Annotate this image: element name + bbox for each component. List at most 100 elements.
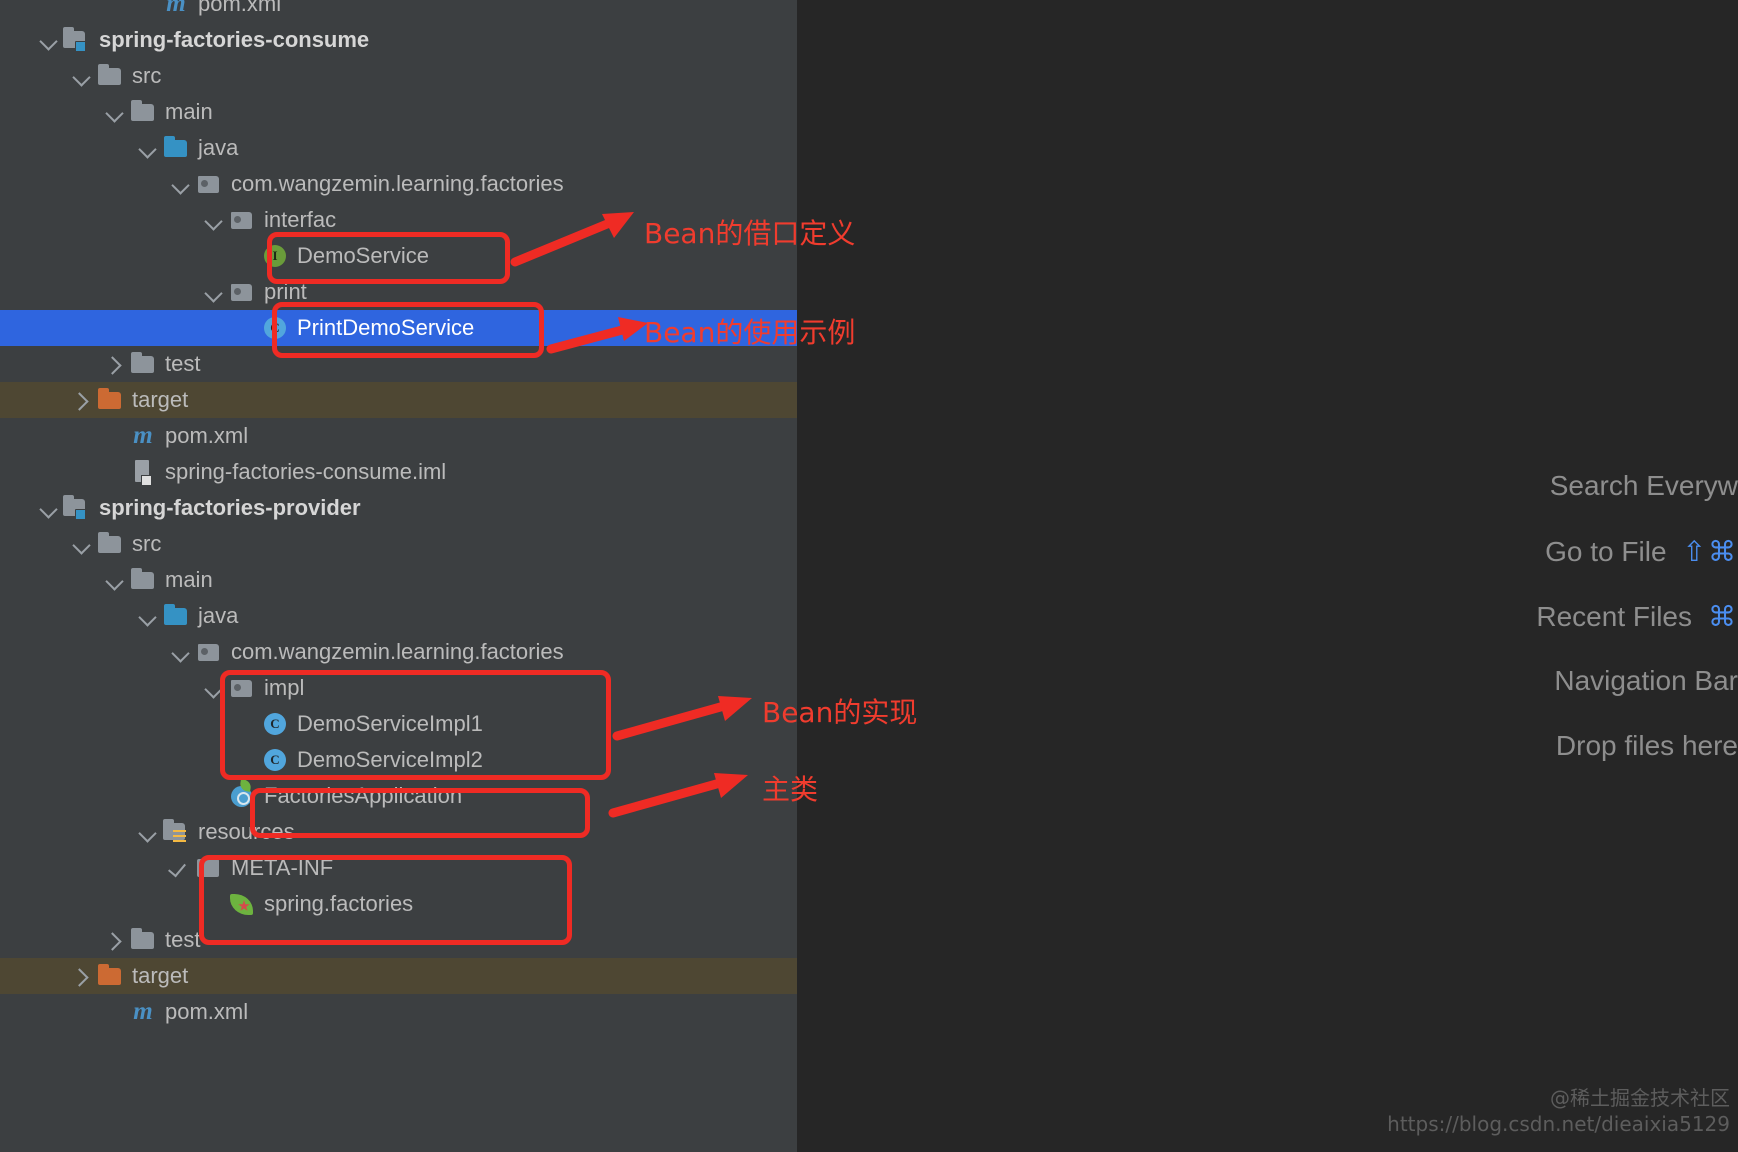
folder-blue-icon (161, 133, 191, 163)
chevron-down-icon[interactable] (102, 562, 128, 598)
tree-row-label: com.wangzemin.learning.factories (231, 639, 564, 664)
tree-row-label: DemoServiceImpl2 (297, 747, 483, 772)
chevron-down-icon[interactable] (168, 634, 194, 670)
editor-hint-shortcut: ⌘ (1708, 601, 1738, 632)
package-icon (194, 637, 224, 667)
spring-app-icon (227, 779, 257, 811)
annotation-text-3: 主类 (762, 773, 819, 806)
tree-row-label: resources (198, 819, 295, 844)
chevron-down-icon[interactable] (135, 130, 161, 166)
tree-row[interactable]: src (0, 526, 797, 562)
maven-icon: m (133, 422, 153, 449)
chevron-down-icon[interactable] (168, 166, 194, 202)
chevron-down-icon[interactable] (36, 22, 62, 58)
tree-row-label: src (132, 63, 162, 88)
tree-row[interactable]: C DemoServiceImpl1 (0, 706, 797, 742)
tree-row[interactable]: com.wangzemin.learning.factories (0, 634, 797, 670)
tree-row-label: target (132, 387, 189, 412)
tree-row-label: java (198, 135, 239, 160)
tree-row-label: com.wangzemin.learning.factories (231, 171, 564, 196)
annotation-text-0: Bean的借口定义 (644, 217, 856, 250)
tree-row[interactable]: C DemoServiceImpl2 (0, 742, 797, 778)
tree-row-label: DemoServiceImpl1 (297, 711, 483, 736)
maven-icon: m (166, 0, 186, 17)
chevron-right-icon[interactable] (102, 346, 128, 382)
row-icon-wrap (128, 457, 165, 487)
row-icon-wrap (161, 817, 198, 847)
tree-row-label: src (132, 531, 162, 556)
editor-hint-shortcut: ⇧⌘ (1682, 536, 1738, 567)
folder-icon (95, 529, 125, 559)
folder-icon (128, 565, 158, 595)
row-icon-wrap: I (260, 241, 297, 271)
tree-row-label: spring.factories (264, 891, 414, 916)
row-icon-wrap: m (128, 421, 165, 451)
tree-row-label: main (165, 567, 213, 592)
tree-row-label: PrintDemoService (297, 315, 475, 340)
module-icon (62, 493, 92, 523)
row-icon-wrap (128, 565, 165, 595)
row-icon-wrap (227, 277, 264, 307)
tree-row-label: test (165, 927, 201, 952)
tree-row[interactable]: m pom.xml (0, 0, 797, 22)
tree-row[interactable]: com.wangzemin.learning.factories (0, 166, 797, 202)
tree-row-label: spring-factories-consume (99, 27, 370, 52)
tree-row[interactable]: src (0, 58, 797, 94)
chevron-down-icon[interactable] (201, 670, 227, 706)
tree-row-label: pom.xml (198, 0, 282, 16)
tree-row[interactable]: test (0, 346, 797, 382)
editor-hint-4: Drop files here (1556, 730, 1738, 762)
chevron-right-icon[interactable] (102, 922, 128, 958)
chevron-down-icon[interactable] (201, 202, 227, 238)
chevron-down-icon[interactable] (135, 814, 161, 850)
tree-row[interactable]: META-INF (0, 850, 797, 886)
row-icon-wrap: m (161, 0, 198, 19)
tree-row[interactable]: spring-factories-consume (0, 22, 797, 58)
chevron-right-icon[interactable] (69, 382, 95, 418)
tree-row[interactable]: main (0, 562, 797, 598)
tree-row[interactable]: m pom.xml (0, 994, 797, 1030)
tree-row[interactable]: print (0, 274, 797, 310)
tree-row[interactable]: FactoriesApplication (0, 778, 797, 814)
folder-orange-icon (95, 961, 125, 991)
watermark-handle: @稀土掘金技术社区 (1550, 1086, 1730, 1110)
row-icon-wrap (227, 673, 264, 703)
tree-row-label: print (264, 279, 307, 304)
tree-row[interactable]: spring.factories (0, 886, 797, 922)
row-icon-wrap: C (260, 313, 297, 343)
chevron-right-icon[interactable] (69, 958, 95, 994)
chevron-down-icon[interactable] (102, 94, 128, 130)
tree-row[interactable]: target (0, 958, 797, 994)
row-icon-wrap (95, 385, 132, 415)
chevron-down-icon[interactable] (36, 490, 62, 526)
class-icon: C (260, 313, 290, 343)
tree-row[interactable]: test (0, 922, 797, 958)
tree-row[interactable]: spring-factories-consume.iml (0, 454, 797, 490)
chevron-placeholder (234, 706, 260, 742)
row-icon-wrap (128, 349, 165, 379)
chevron-down-icon[interactable] (135, 598, 161, 634)
folder-blue-icon (161, 601, 191, 631)
chevron-placeholder (234, 742, 260, 778)
chevron-placeholder (102, 454, 128, 490)
tree-row[interactable]: resources (0, 814, 797, 850)
tree-row[interactable]: main (0, 94, 797, 130)
chevron-down-icon[interactable] (69, 58, 95, 94)
check-icon[interactable] (168, 850, 194, 886)
tree-row[interactable]: spring-factories-provider (0, 490, 797, 526)
editor-hint-label: Go to File (1545, 536, 1667, 567)
meta-inf-icon (194, 853, 224, 883)
tree-row-label: FactoriesApplication (264, 783, 463, 808)
tree-row[interactable]: target (0, 382, 797, 418)
tree-row-label: java (198, 603, 239, 628)
tree-row[interactable]: impl (0, 670, 797, 706)
editor-hint-label: Search Everyw (1549, 470, 1738, 501)
interface-icon: I (260, 241, 290, 271)
tree-row-label: META-INF (231, 855, 334, 880)
tree-row[interactable]: m pom.xml (0, 418, 797, 454)
tree-row[interactable]: java (0, 130, 797, 166)
chevron-placeholder (234, 310, 260, 346)
chevron-down-icon[interactable] (69, 526, 95, 562)
tree-row[interactable]: java (0, 598, 797, 634)
chevron-down-icon[interactable] (201, 274, 227, 310)
